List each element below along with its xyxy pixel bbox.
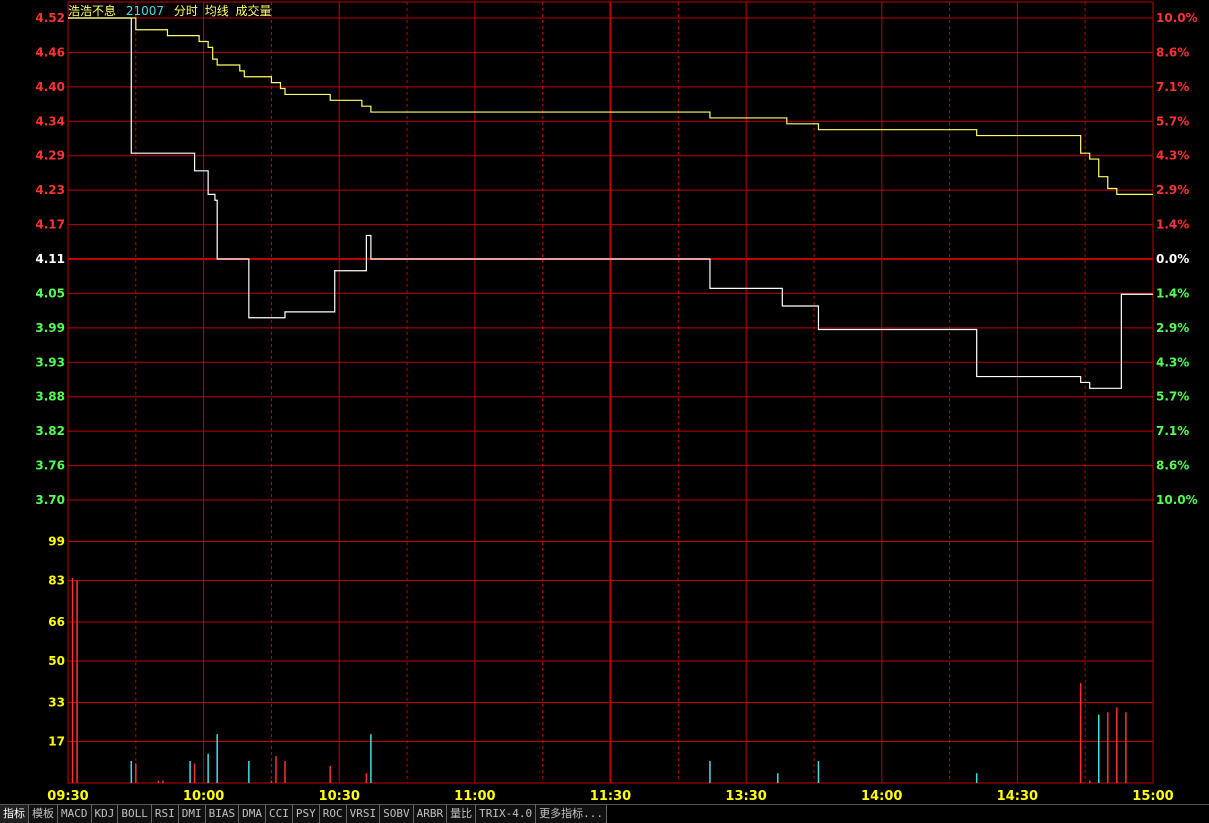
price-tick-label: 4.29 — [35, 149, 65, 163]
tab-7[interactable]: BIAS — [205, 805, 240, 823]
pct-tick-label: 1.4% — [1156, 286, 1189, 300]
tab-9[interactable]: CCI — [266, 805, 293, 823]
pct-tick-label: 2.9% — [1156, 321, 1189, 335]
tab-12[interactable]: VRSI — [346, 805, 381, 823]
pct-tick-label: 5.7% — [1156, 390, 1189, 404]
avg-label: 均线 — [204, 4, 229, 18]
price-tick-label: 4.34 — [35, 114, 65, 128]
tab-3[interactable]: KDJ — [91, 805, 119, 823]
volume-tick-label: 50 — [48, 654, 65, 668]
pct-tick-label: 8.6% — [1156, 459, 1189, 473]
tab-13[interactable]: SOBV — [380, 805, 414, 823]
pct-tick-label: 0.0% — [1156, 252, 1189, 266]
pct-tick-label: 4.3% — [1156, 149, 1189, 163]
price-tick-label: 4.52 — [35, 11, 65, 25]
time-tick-label: 11:30 — [590, 789, 631, 804]
intraday-chart[interactable]: 4.52 10.0% 4.46 8.6% 4.40 7.1% 4.34 5.7% 4.29 4.3… — [0, 0, 1209, 804]
chart-header: 浩浩不息 21007 分时 均线 成交量 — [68, 2, 278, 19]
stock-name: 浩浩不息 — [68, 4, 117, 18]
tab-5[interactable]: RSI — [151, 805, 179, 823]
price-tick-label: 3.99 — [35, 321, 65, 335]
tab-10[interactable]: PSY — [292, 805, 320, 823]
pct-tick-label: 1.4% — [1156, 218, 1189, 232]
indicator-tabbar: 指标 模板 MACD KDJ BOLL RSI DMI BIAS DMA CCI PSY ROC VRS… — [0, 804, 1209, 823]
volume-tick-label: 99 — [48, 534, 65, 548]
pct-tick-label: 4.3% — [1156, 355, 1189, 369]
volume-tick-label: 83 — [48, 574, 65, 588]
tab-16[interactable]: TRIX-4.0 — [476, 805, 537, 823]
price-tick-label: 4.05 — [35, 286, 65, 300]
view-label: 分时 — [173, 4, 198, 18]
time-tick-label: 14:30 — [997, 789, 1038, 804]
time-tick-label: 15:00 — [1132, 789, 1173, 804]
volume-label: 成交量 — [235, 4, 272, 18]
price-tick-label: 3.88 — [35, 390, 65, 404]
stock-code: 21007 — [125, 4, 165, 18]
tab-0[interactable]: 指标 — [0, 805, 29, 823]
tab-17[interactable]: 更多指标... — [536, 805, 607, 823]
tab-8[interactable]: DMA — [239, 805, 266, 823]
time-tick-label: 09:30 — [47, 789, 88, 804]
tab-14[interactable]: ARBR — [413, 805, 448, 823]
pct-tick-label: 10.0% — [1156, 11, 1198, 25]
price-tick-label: 4.46 — [35, 45, 65, 59]
time-tick-label: 14:00 — [861, 789, 902, 804]
tab-1[interactable]: 模板 — [29, 805, 58, 823]
pct-tick-label: 7.1% — [1156, 424, 1189, 438]
price-tick-label: 4.11 — [35, 252, 65, 266]
pct-tick-label: 5.7% — [1156, 114, 1189, 128]
volume-tick-label: 33 — [48, 695, 65, 709]
price-tick-label: 3.70 — [35, 493, 65, 507]
tab-11[interactable]: ROC — [319, 805, 347, 823]
tab-4[interactable]: BOLL — [118, 805, 152, 823]
price-tick-label: 3.93 — [35, 355, 65, 369]
pct-tick-label: 10.0% — [1156, 493, 1198, 507]
volume-tick-label: 17 — [48, 735, 65, 749]
pct-tick-label: 2.9% — [1156, 183, 1189, 197]
price-tick-label: 3.82 — [35, 424, 65, 438]
pct-tick-label: 7.1% — [1156, 80, 1189, 94]
pct-tick-label: 8.6% — [1156, 45, 1189, 59]
time-tick-label: 10:00 — [183, 789, 224, 804]
price-tick-label: 4.17 — [35, 218, 65, 232]
price-tick-label: 4.23 — [35, 183, 65, 197]
time-tick-label: 11:00 — [454, 789, 495, 804]
time-tick-label: 13:30 — [725, 789, 766, 804]
price-tick-label: 4.40 — [35, 80, 65, 94]
time-tick-label: 10:30 — [319, 789, 360, 804]
tab-15[interactable]: 量比 — [447, 805, 477, 823]
tab-6[interactable]: DMI — [178, 805, 206, 823]
price-tick-label: 3.76 — [35, 459, 65, 473]
tab-2[interactable]: MACD — [58, 805, 92, 823]
volume-tick-label: 66 — [48, 615, 65, 629]
